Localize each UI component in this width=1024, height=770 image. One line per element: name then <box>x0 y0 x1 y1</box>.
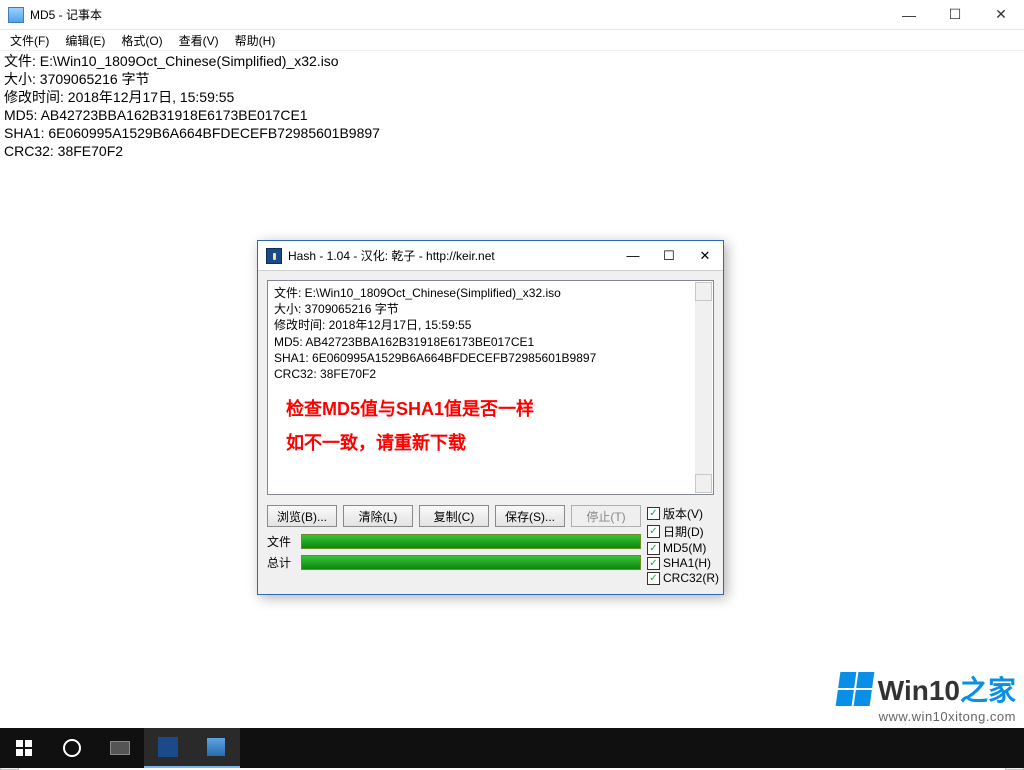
cortana-button[interactable] <box>48 728 96 768</box>
hash-line: SHA1: 6E060995A1529B6A664BFDECEFB7298560… <box>274 350 707 366</box>
app-icon <box>110 741 130 755</box>
checkbox-icon: ✓ <box>647 542 660 555</box>
file-progress-label: 文件 <box>267 533 301 550</box>
close-button[interactable]: ✕ <box>978 0 1024 30</box>
hash-app-icon <box>266 248 282 264</box>
taskbar-notepad-app[interactable] <box>192 728 240 768</box>
notepad-menubar: 文件(F) 编辑(E) 格式(O) 查看(V) 帮助(H) <box>0 30 1024 51</box>
np-line: CRC32: 38FE70F2 <box>4 143 123 159</box>
hash-maximize-button[interactable]: ☐ <box>651 241 687 271</box>
notepad-title: MD5 - 记事本 <box>30 6 886 23</box>
overlay-line2: 如不一致，请重新下载 <box>286 431 466 455</box>
np-line: 大小: 3709065216 字节 <box>4 71 150 87</box>
taskbar-hash-app[interactable] <box>144 728 192 768</box>
menu-help[interactable]: 帮助(H) <box>227 30 284 51</box>
start-button[interactable] <box>0 728 48 768</box>
maximize-button[interactable]: ☐ <box>932 0 978 30</box>
hash-close-button[interactable]: ✕ <box>687 241 723 271</box>
taskbar-app-1[interactable] <box>96 728 144 768</box>
cortana-icon <box>63 739 81 757</box>
watermark: Win10之家 www.win10xitong.com <box>838 669 1016 724</box>
hash-line: MD5: AB42723BBA162B31918E6173BE017CE1 <box>274 334 707 350</box>
check-date[interactable]: ✓日期(D) <box>647 523 719 540</box>
hash-line: 大小: 3709065216 字节 <box>274 301 707 317</box>
hash-minimize-button[interactable]: — <box>615 241 651 271</box>
save-button[interactable]: 保存(S)... <box>495 505 565 527</box>
menu-format[interactable]: 格式(O) <box>113 30 170 51</box>
hash-line: 文件: E:\Win10_1809Oct_Chinese(Simplified)… <box>274 285 707 301</box>
hash-title: Hash - 1.04 - 汉化: 乾子 - http://keir.net <box>288 247 615 264</box>
notepad-taskbar-icon <box>207 738 225 756</box>
checkbox-icon: ✓ <box>647 557 660 570</box>
windows-logo-icon <box>835 672 874 706</box>
np-line: SHA1: 6E060995A1529B6A664BFDECEFB7298560… <box>4 125 380 141</box>
checkbox-icon: ✓ <box>647 572 660 585</box>
hash-titlebar[interactable]: Hash - 1.04 - 汉化: 乾子 - http://keir.net —… <box>258 241 723 271</box>
hash-line: CRC32: 38FE70F2 <box>274 366 707 382</box>
taskbar <box>0 728 1024 768</box>
menu-edit[interactable]: 编辑(E) <box>57 30 113 51</box>
copy-button[interactable]: 复制(C) <box>419 505 489 527</box>
menu-view[interactable]: 查看(V) <box>171 30 227 51</box>
hash-window: Hash - 1.04 - 汉化: 乾子 - http://keir.net —… <box>257 240 724 595</box>
file-progress-bar <box>301 534 641 549</box>
browse-button[interactable]: 浏览(B)... <box>267 505 337 527</box>
hash-textarea-scrollbar[interactable] <box>695 282 712 493</box>
np-line: 修改时间: 2018年12月17日, 15:59:55 <box>4 89 234 105</box>
hash-line: 修改时间: 2018年12月17日, 15:59:55 <box>274 317 707 333</box>
watermark-brand: Win10之家 <box>878 669 1016 709</box>
clear-button[interactable]: 清除(L) <box>343 505 413 527</box>
hash-output-textarea[interactable]: 文件: E:\Win10_1809Oct_Chinese(Simplified)… <box>267 280 714 495</box>
hash-icon <box>158 737 178 757</box>
np-line: MD5: AB42723BBA162B31918E6173BE017CE1 <box>4 107 308 123</box>
np-line: 文件: E:\Win10_1809Oct_Chinese(Simplified)… <box>4 53 339 69</box>
total-progress-bar <box>301 555 641 570</box>
stop-button: 停止(T) <box>571 505 641 527</box>
check-crc32[interactable]: ✓CRC32(R) <box>647 571 719 585</box>
check-version[interactable]: ✓版本(V) <box>647 505 719 522</box>
menu-file[interactable]: 文件(F) <box>2 30 57 51</box>
checkbox-icon: ✓ <box>647 507 660 520</box>
total-progress-label: 总计 <box>267 554 301 571</box>
check-sha1[interactable]: ✓SHA1(H) <box>647 556 719 570</box>
minimize-button[interactable]: — <box>886 0 932 30</box>
check-md5[interactable]: ✓MD5(M) <box>647 541 719 555</box>
overlay-line1: 检查MD5值与SHA1值是否一样 <box>286 397 534 421</box>
checkbox-icon: ✓ <box>647 525 660 538</box>
notepad-icon <box>8 7 24 23</box>
notepad-titlebar[interactable]: MD5 - 记事本 — ☐ ✕ <box>0 0 1024 30</box>
watermark-url: www.win10xitong.com <box>838 709 1016 724</box>
